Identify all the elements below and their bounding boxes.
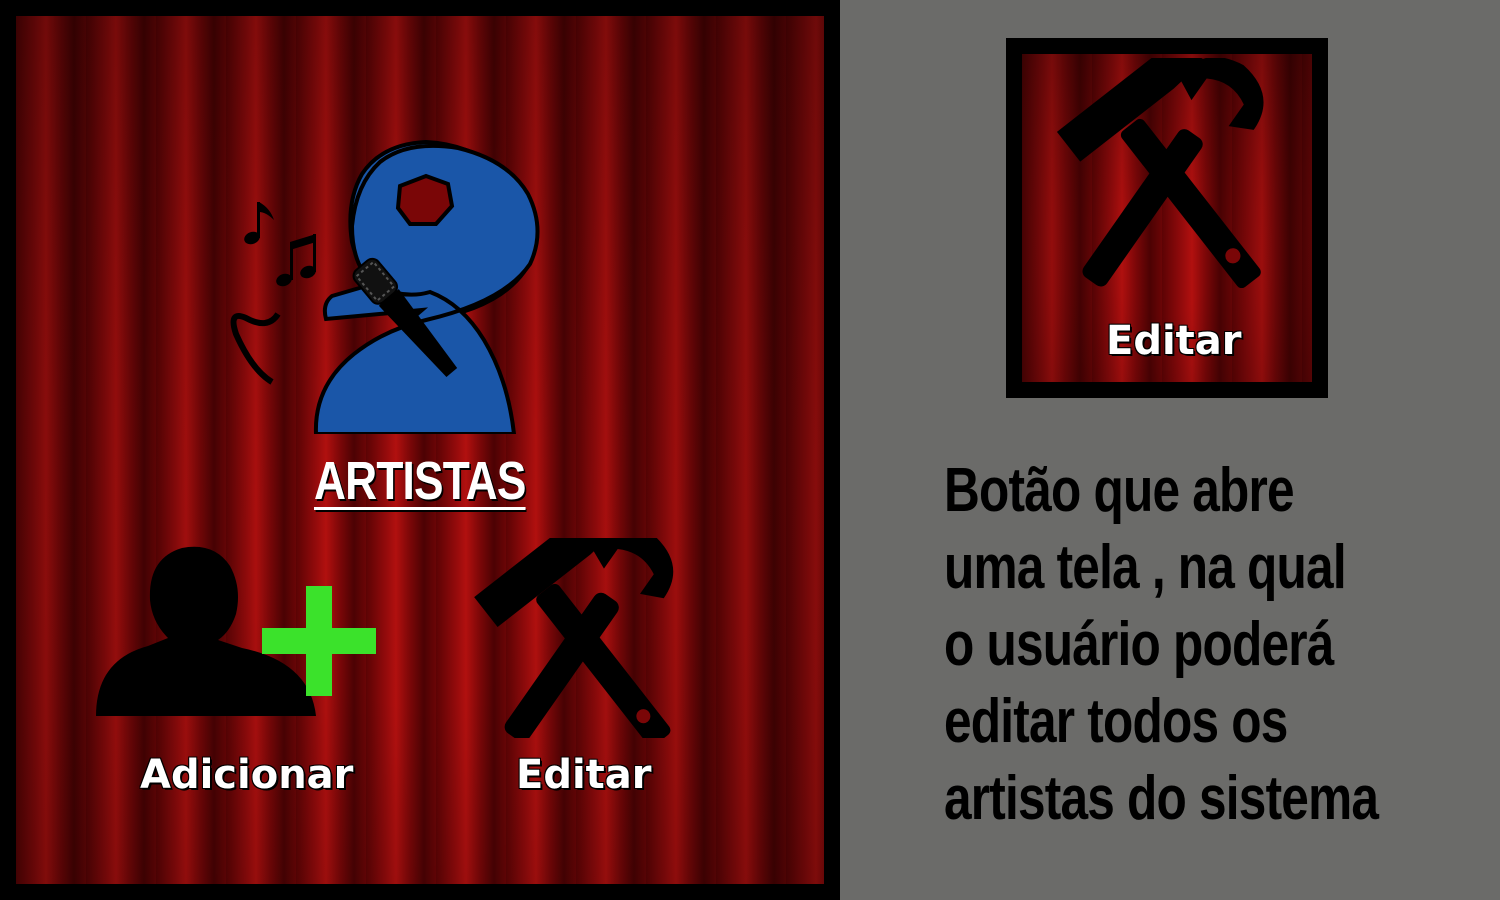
page-title: ARTISTAS [314,451,526,511]
add-button-label: Adicionar [140,752,354,798]
description-line: uma tela , na qual [944,533,1347,602]
description-line: editar todos os [944,687,1288,756]
description-line: Botão que abre [944,456,1295,525]
edit-button-preview[interactable]: Editar [1006,38,1328,398]
add-artist-button[interactable]: Adicionar [90,538,390,798]
tools-icon [1056,58,1264,288]
edit-button-label: Editar [516,752,652,798]
edit-artists-button[interactable]: Editar [436,538,736,798]
artistas-menu-panel: ARTISTAS Adicionar Editar [0,0,840,900]
description-line: o usuário poderá [944,610,1334,679]
description-line: artistas do sistema [944,764,1379,833]
button-description: Botão que abre uma tela , na qual o usuá… [944,452,1379,837]
curtain-background: ARTISTAS Adicionar Editar [16,16,824,884]
tools-icon [474,538,674,738]
edit-button-label: Editar [1106,318,1242,364]
curtain-background: Editar [1022,54,1312,382]
singer-icon [230,139,540,434]
add-user-icon [96,546,376,716]
